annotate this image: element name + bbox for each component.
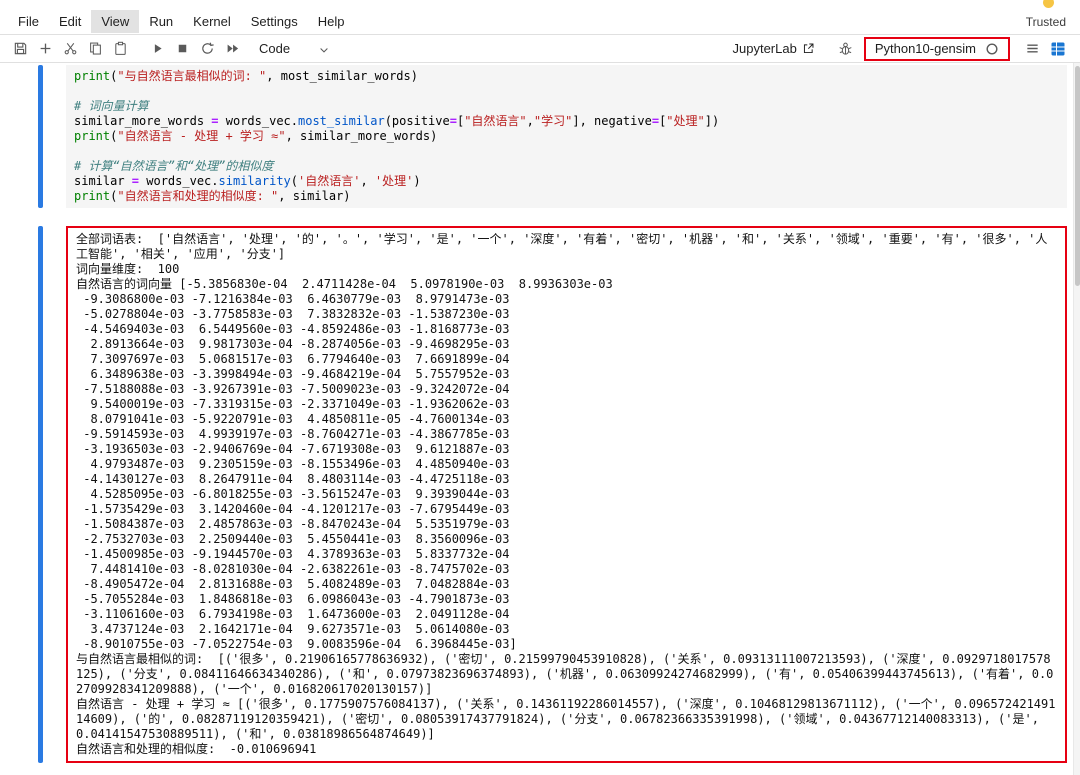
vertical-scrollbar[interactable]: [1073, 63, 1080, 775]
kernel-name-button[interactable]: Python10-gensim: [875, 41, 976, 56]
kernel-status-idle-icon[interactable]: [985, 42, 999, 56]
menu-run[interactable]: Run: [139, 10, 183, 33]
output-collapser[interactable]: [38, 226, 43, 763]
notebook-content: print("与自然语言最相似的词: ", most_similar_words…: [0, 63, 1080, 775]
run-cell-button[interactable]: [146, 37, 169, 60]
code-line: similar = words_vec.similarity('自然语言', '…: [74, 174, 421, 188]
cut-cell-button[interactable]: [59, 37, 82, 60]
grid-icon: [1051, 42, 1064, 55]
menu-file[interactable]: File: [8, 10, 49, 33]
notebook-toolbar: Code JupyterLab Python10-gensim: [0, 35, 1080, 63]
trusted-badge: Trusted: [1025, 14, 1066, 29]
cell-type-select[interactable]: Code: [259, 36, 330, 61]
restart-icon: [202, 42, 214, 54]
scissors-icon: [64, 43, 77, 55]
jupyter-notebook-window: File Edit View Run Kernel Settings Help Truste…: [0, 0, 1080, 775]
code-line: print("自然语言和处理的相似度: ", similar): [74, 189, 351, 203]
code-lines: print("与自然语言最相似的词: ", most_similar_words…: [74, 69, 1059, 204]
menu-kernel[interactable]: Kernel: [183, 10, 241, 33]
paste-icon: [115, 41, 126, 55]
input-collapser[interactable]: [38, 65, 43, 208]
cell-output-text: 全部词语表: ['自然语言', '处理', '的', '。', '学习', '是…: [76, 232, 1056, 756]
code-editor[interactable]: print("与自然语言最相似的词: ", most_similar_words…: [66, 65, 1067, 208]
status-dot-icon: [1043, 0, 1054, 8]
interrupt-kernel-button[interactable]: [171, 37, 194, 60]
plus-icon: [40, 43, 51, 54]
hamburger-menu-button[interactable]: [1021, 37, 1044, 60]
save-button[interactable]: [9, 37, 32, 60]
menu-edit[interactable]: Edit: [49, 10, 91, 33]
add-cell-button[interactable]: [34, 37, 57, 60]
copy-icon: [90, 42, 101, 55]
code-line: # 计算“自然语言”和“处理”的相似度: [74, 159, 274, 173]
fast-forward-icon: [227, 44, 239, 53]
jupyterlab-link[interactable]: JupyterLab: [733, 41, 815, 56]
save-icon: [14, 42, 27, 55]
code-line: # 词向量计算: [74, 99, 149, 113]
output-cell: 全部词语表: ['自然语言', '处理', '的', '。', '学习', '是…: [38, 226, 1067, 763]
menu-help[interactable]: Help: [308, 10, 355, 33]
menu-view[interactable]: View: [91, 10, 140, 33]
play-icon: [154, 44, 162, 53]
hamburger-icon: [1027, 44, 1038, 53]
copy-cell-button[interactable]: [84, 37, 107, 60]
restart-run-all-button[interactable]: [221, 37, 244, 60]
code-cell: print("与自然语言最相似的词: ", most_similar_words…: [38, 65, 1067, 208]
output-annotation-box: 全部词语表: ['自然语言', '处理', '的', '。', '学习', '是…: [66, 226, 1067, 763]
chevron-down-icon: [320, 48, 328, 53]
code-line: print("自然语言 - 处理 + 学习 ≈", similar_more_w…: [74, 129, 438, 143]
menu-items: File Edit View Run Kernel Settings Help: [8, 10, 354, 33]
debugger-button[interactable]: [834, 37, 857, 60]
paste-cell-button[interactable]: [109, 37, 132, 60]
table-of-contents-button[interactable]: [1046, 37, 1069, 60]
scrollbar-thumb[interactable]: [1074, 66, 1080, 286]
menu-bar: File Edit View Run Kernel Settings Help Truste…: [0, 9, 1080, 35]
code-line: print("与自然语言最相似的词: ", most_similar_words…: [74, 69, 418, 83]
restart-kernel-button[interactable]: [196, 37, 219, 60]
code-line: similar_more_words = words_vec.most_simi…: [74, 114, 720, 128]
cell-type-label: Code: [259, 41, 291, 56]
browser-edge-strip: [0, 0, 1080, 9]
external-link-icon: [803, 43, 814, 54]
jupyterlab-link-label: JupyterLab: [732, 41, 797, 56]
menu-settings[interactable]: Settings: [241, 10, 308, 33]
kernel-annotation-box: Python10-gensim: [863, 36, 1010, 61]
bug-icon: [839, 42, 852, 55]
stop-icon: [178, 44, 187, 53]
